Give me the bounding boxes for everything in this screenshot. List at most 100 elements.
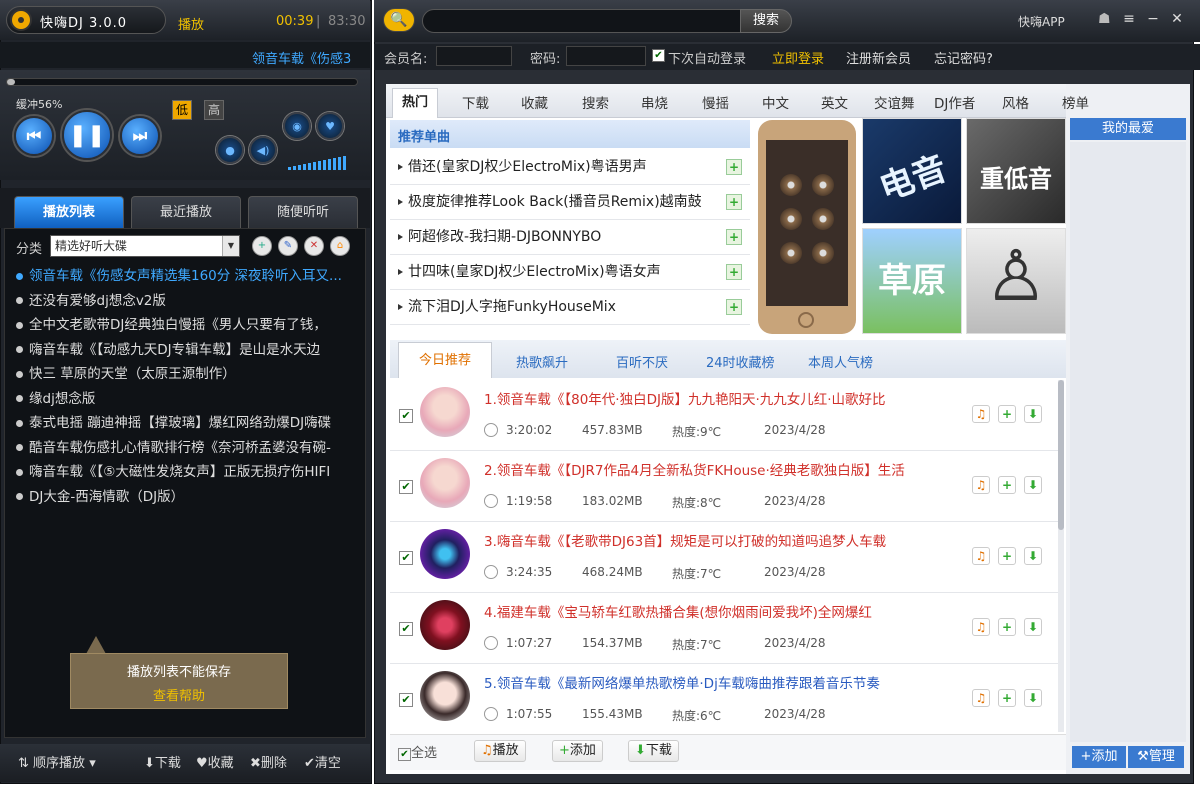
delete-button[interactable]: ✖删除 bbox=[250, 752, 287, 771]
add-icon[interactable]: + bbox=[998, 547, 1016, 565]
tab-hot[interactable]: 热门 bbox=[392, 88, 438, 118]
search-input[interactable] bbox=[422, 9, 742, 33]
list-item[interactable]: 借还(皇家DJ权少ElectroMix)粤语男声 + bbox=[390, 150, 750, 185]
tab-today-recommend[interactable]: 今日推荐 bbox=[398, 342, 492, 378]
add-icon[interactable]: + bbox=[998, 689, 1016, 707]
song-title[interactable]: 3.嗨音车载《【老歌带DJ63首】规矩是可以打破的知道吗追梦人车载 bbox=[484, 530, 960, 550]
song-checkbox[interactable]: ✔ bbox=[399, 551, 413, 565]
lock-list-icon[interactable]: ⌂ bbox=[330, 236, 350, 256]
clear-button[interactable]: ✔清空 bbox=[304, 752, 341, 771]
playlist-item[interactable]: 嗨音车载《【⑤大磁性发烧女声】正版无损疗伤HIFI bbox=[16, 460, 360, 485]
playlist-item[interactable]: 酷音车载伤感扎心情歌排行榜《奈河桥孟婆没有碗- bbox=[16, 436, 360, 461]
album-cover[interactable]: 电音 bbox=[862, 118, 962, 224]
playlist-item[interactable]: 泰式电摇 蹦迪神摇【撑玻璃】爆红网络劲爆DJ嗨碟 bbox=[16, 411, 360, 436]
song-title[interactable]: 5.领音车载《最新网络爆单热歌榜单·Dj车载嗨曲推荐跟着音乐节奏 bbox=[484, 672, 960, 692]
playlist-item[interactable]: 还没有爱够dj想念v2版 bbox=[16, 289, 360, 314]
tab-search[interactable]: 搜索 bbox=[582, 92, 609, 112]
play-icon[interactable]: ♫ bbox=[972, 476, 990, 494]
download-icon[interactable]: ⬇ bbox=[1024, 405, 1042, 423]
add-icon[interactable]: + bbox=[726, 299, 742, 315]
pause-button[interactable]: ❚❚ bbox=[62, 110, 112, 160]
download-icon[interactable]: ⬇ bbox=[1024, 689, 1042, 707]
menu-icon[interactable]: ≡ bbox=[1120, 10, 1138, 28]
add-icon[interactable]: + bbox=[726, 264, 742, 280]
play-icon[interactable]: ♫ bbox=[972, 689, 990, 707]
select-all-checkbox[interactable]: ✔ 全选 bbox=[398, 742, 437, 761]
volume-slider[interactable] bbox=[288, 150, 352, 170]
playlist-item[interactable]: 缘dj想念版 bbox=[16, 387, 360, 412]
app-link[interactable]: 快嗨APP bbox=[1018, 13, 1065, 30]
table-row[interactable]: ✔ 5.领音车载《最新网络爆单热歌榜单·Dj车载嗨曲推荐跟着音乐节奏 1:07:… bbox=[390, 664, 1060, 735]
table-row[interactable]: ✔ 4.福建车载《宝马轿车红歌热播合集(想你烟雨间爱我坏)全网爆红 1:07:2… bbox=[390, 593, 1060, 664]
tab-charts[interactable]: 榜单 bbox=[1062, 92, 1089, 112]
favorite-heart-button[interactable]: ♥ bbox=[316, 112, 344, 140]
tab-download[interactable]: 下载 bbox=[462, 92, 489, 112]
playlist-item[interactable]: 快三 草原的天堂（太原王源制作） bbox=[16, 362, 360, 387]
favorites-add-button[interactable]: +添加 bbox=[1072, 746, 1126, 768]
play-selected-button[interactable]: ♫播放 bbox=[474, 740, 526, 762]
register-link[interactable]: 注册新会员 bbox=[846, 48, 911, 67]
song-title[interactable]: 4.福建车载《宝马轿车红歌热播合集(想你烟雨间爱我坏)全网爆红 bbox=[484, 601, 960, 621]
tab-medley[interactable]: 串烧 bbox=[641, 92, 668, 112]
close-icon[interactable]: ✕ bbox=[1168, 10, 1186, 28]
progress-bar[interactable] bbox=[6, 78, 358, 86]
tab-chinese[interactable]: 中文 bbox=[762, 92, 789, 112]
next-button[interactable]: ⏭ bbox=[120, 116, 160, 156]
download-icon[interactable]: ⬇ bbox=[1024, 476, 1042, 494]
tab-dj-author[interactable]: DJ作者 bbox=[934, 92, 975, 112]
list-item[interactable]: 极度旋律推荐Look Back(播音员Remix)越南鼓 + bbox=[390, 185, 750, 220]
album-cover[interactable]: 草原 bbox=[862, 228, 962, 334]
tab-weekly-popular[interactable]: 本周人气榜 bbox=[808, 352, 873, 371]
playlist-item[interactable]: DJ大金-西海情歌（DJ版） bbox=[16, 485, 360, 510]
add-icon[interactable]: + bbox=[998, 476, 1016, 494]
add-selected-button[interactable]: +添加 bbox=[552, 740, 603, 762]
song-checkbox[interactable]: ✔ bbox=[399, 693, 413, 707]
tab-evergreen[interactable]: 百听不厌 bbox=[616, 352, 668, 371]
auto-login-checkbox[interactable]: ✔ bbox=[652, 49, 665, 62]
song-title[interactable]: 2.领音车载《【DJR7作品4月全新私货FKHouse·经典老歌独白版】生活 bbox=[484, 459, 960, 479]
download-icon[interactable]: ⬇ bbox=[1024, 547, 1042, 565]
tab-24h-favorites[interactable]: 24时收藏榜 bbox=[706, 352, 775, 371]
play-icon[interactable]: ♫ bbox=[972, 618, 990, 636]
quality-low-button[interactable]: 低 bbox=[172, 100, 192, 120]
list-item[interactable]: 廿四味(皇家DJ权少ElectroMix)粤语女声 + bbox=[390, 255, 750, 290]
table-row[interactable]: ✔ 3.嗨音车载《【老歌带DJ63首】规矩是可以打破的知道吗追梦人车载 3:24… bbox=[390, 522, 1060, 593]
favorites-manage-button[interactable]: ⚒管理 bbox=[1128, 746, 1184, 768]
play-order-button[interactable]: ⇅ 顺序播放 ▾ bbox=[18, 752, 96, 771]
help-link[interactable]: 查看帮助 bbox=[70, 685, 288, 704]
album-cover[interactable]: 重低音 bbox=[966, 118, 1066, 224]
loop-button[interactable]: ● bbox=[216, 136, 244, 164]
scroll-thumb[interactable] bbox=[1058, 380, 1064, 530]
add-icon[interactable]: + bbox=[726, 229, 742, 245]
delete-list-icon[interactable]: ✕ bbox=[304, 236, 324, 256]
add-icon[interactable]: + bbox=[726, 159, 742, 175]
tab-hot-rising[interactable]: 热歌飙升 bbox=[516, 352, 568, 371]
quality-high-button[interactable]: 高 bbox=[204, 100, 224, 120]
search-icon[interactable]: 🔍 bbox=[383, 8, 415, 32]
play-icon[interactable]: ♫ bbox=[972, 405, 990, 423]
add-list-icon[interactable]: + bbox=[252, 236, 272, 256]
tab-random[interactable]: 随便听听 bbox=[248, 196, 358, 228]
add-icon[interactable]: + bbox=[726, 194, 742, 210]
search-button[interactable]: 搜索 bbox=[740, 9, 792, 33]
tab-favorites[interactable]: 收藏 bbox=[521, 92, 548, 112]
play-icon[interactable]: ♫ bbox=[972, 547, 990, 565]
tab-ballroom[interactable]: 交谊舞 bbox=[874, 92, 915, 112]
playlist-item[interactable]: 领音车载《伤感女声精选集160分 深夜聆听入耳又... bbox=[16, 264, 360, 289]
tab-style[interactable]: 风格 bbox=[1002, 92, 1029, 112]
list-item[interactable]: 流下泪DJ人字拖FunkyHouseMix + bbox=[390, 290, 750, 325]
edit-list-icon[interactable]: ✎ bbox=[278, 236, 298, 256]
minimize-icon[interactable]: − bbox=[1144, 10, 1162, 28]
table-row[interactable]: ✔ 1.领音车载《【80年代·独白DJ版】九九艳阳天·九九女儿红·山歌好比 3:… bbox=[390, 380, 1060, 451]
download-selected-button[interactable]: ⬇下载 bbox=[628, 740, 679, 762]
apple-icon[interactable] bbox=[1076, 11, 1092, 29]
favorites-title[interactable]: 我的最爱 bbox=[1070, 118, 1186, 140]
tab-playlist[interactable]: 播放列表 bbox=[14, 196, 124, 228]
list-item[interactable]: 阿超修改-我扫期-DJBONNYBO + bbox=[390, 220, 750, 255]
chevron-down-icon[interactable]: ▼ bbox=[222, 236, 239, 256]
song-checkbox[interactable]: ✔ bbox=[399, 622, 413, 636]
favorite-button[interactable]: ♥收藏 bbox=[196, 752, 234, 771]
add-icon[interactable]: + bbox=[998, 405, 1016, 423]
album-cover[interactable]: ♙ bbox=[966, 228, 1066, 334]
song-checkbox[interactable]: ✔ bbox=[399, 480, 413, 494]
